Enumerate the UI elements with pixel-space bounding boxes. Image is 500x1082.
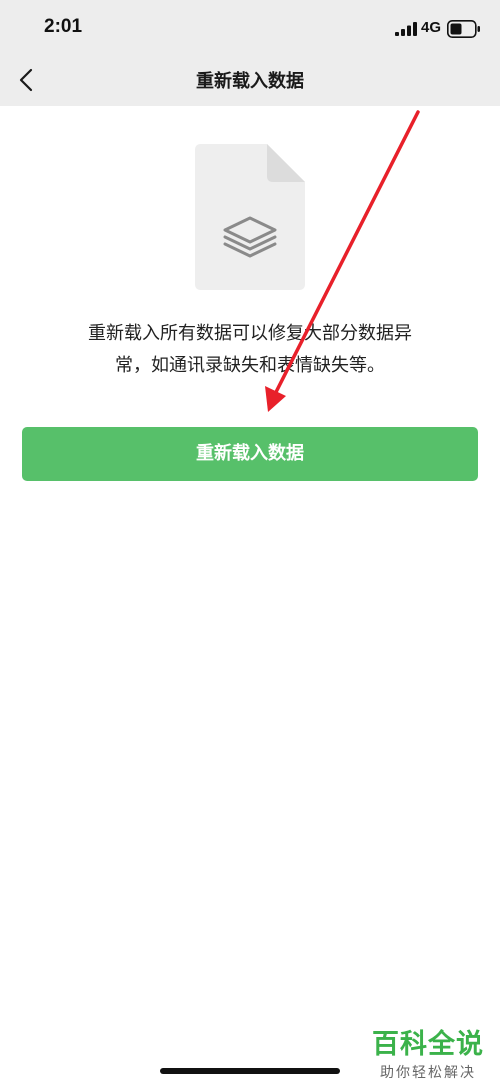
page-title: 重新载入数据 xyxy=(196,71,304,92)
battery-icon xyxy=(447,20,480,38)
description-line-2: 常，如通讯录缺失和表情缺失等。 xyxy=(115,355,385,376)
description-text: 重新载入所有数据可以修复大部分数据异 常，如通讯录缺失和表情缺失等。 xyxy=(50,318,450,382)
home-indicator[interactable] xyxy=(160,1068,340,1074)
reload-data-button[interactable]: 重新载入数据 xyxy=(22,427,478,481)
status-bar: 2:01 4G xyxy=(0,0,500,60)
status-time: 2:01 xyxy=(44,16,83,37)
watermark-title: 百科全说 xyxy=(372,1029,484,1060)
signal-bars-icon xyxy=(395,22,417,36)
document-fold xyxy=(267,144,305,182)
watermark: 百科全说 助你轻松解决 xyxy=(372,1022,484,1082)
description-line-1: 重新载入所有数据可以修复大部分数据异 xyxy=(88,323,412,344)
network-type: 4G xyxy=(421,19,442,36)
header: 2:01 4G 重新载入数据 xyxy=(0,0,500,106)
watermark-subtitle: 助你轻松解决 xyxy=(380,1065,476,1081)
document-illustration xyxy=(195,144,305,290)
